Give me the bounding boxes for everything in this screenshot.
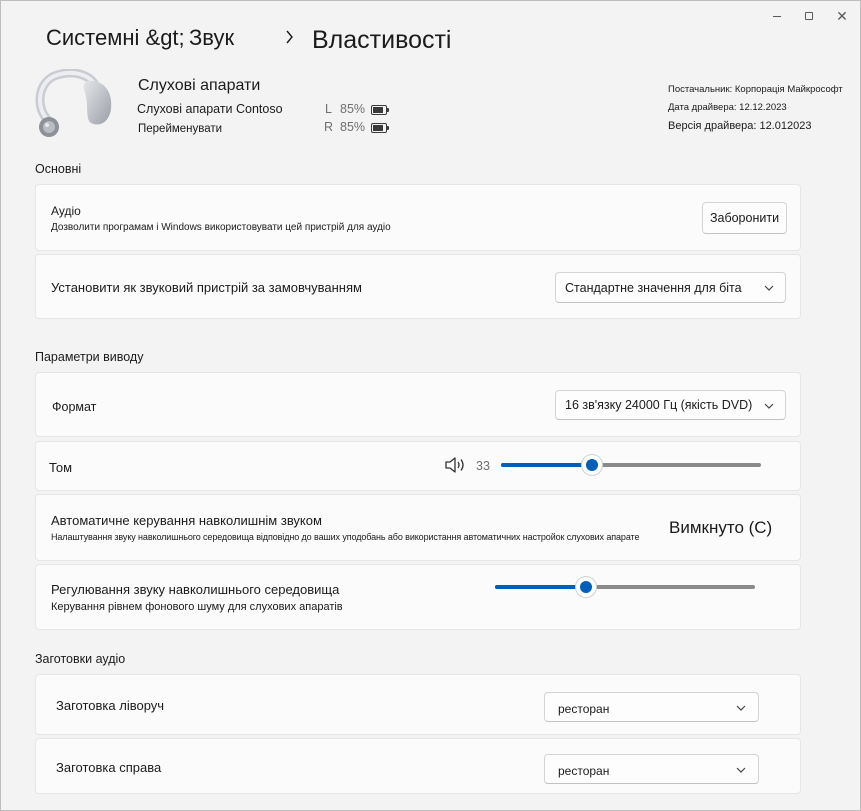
device-model: Слухові апарати Contoso [137, 102, 283, 116]
section-general-heading: Основні [35, 162, 82, 176]
ambient-auto-state[interactable]: Вимкнуто (С) [669, 518, 772, 538]
ambient-level-slider-thumb[interactable] [576, 577, 596, 597]
rename-link[interactable]: Перейменувати [138, 123, 222, 135]
ambient-auto-title: Автоматичне керування навколишнім звуком [51, 513, 322, 528]
ambient-level-slider-fill [495, 585, 586, 589]
maximize-button[interactable] [801, 9, 817, 23]
format-title: Формат [52, 400, 97, 414]
ambient-level-slider[interactable] [495, 585, 755, 589]
chevron-right-icon [286, 30, 293, 44]
format-card: Формат 16 зв'язку 24000 Гц (якість DVD) [35, 372, 801, 437]
chevron-down-icon [736, 705, 746, 711]
volume-slider[interactable] [501, 463, 761, 467]
preset-right-dropdown[interactable]: ресторан [544, 754, 759, 784]
format-dropdown[interactable]: 16 зв'язку 24000 Гц (якість DVD) [555, 390, 786, 420]
volume-slider-fill [501, 463, 592, 467]
page-title: Властивості [312, 26, 452, 54]
preset-left-value: ресторан [558, 702, 610, 716]
default-device-title: Установити як звуковий пристрій за замов… [51, 280, 362, 295]
maximize-icon [805, 12, 813, 20]
hearing-aid-icon [35, 69, 112, 137]
breadcrumb-sound[interactable]: Звук [189, 25, 234, 51]
preset-left-title: Заготовка ліворуч [56, 698, 165, 713]
ambient-level-slider-thumb-dot [580, 581, 592, 593]
ambient-level-title: Регулювання звуку навколишнього середови… [51, 582, 340, 597]
volume-slider-thumb[interactable] [582, 455, 602, 475]
preset-right-value: ресторан [558, 764, 610, 778]
disallow-button[interactable]: Заборонити [702, 202, 787, 234]
ambient-auto-description: Налаштування звуку навколишнього середов… [51, 532, 640, 542]
default-device-dropdown[interactable]: Стандартне значення для біта [555, 272, 786, 303]
driver-date: Дата драйвера: 12.12.2023 [668, 102, 787, 113]
breadcrumb-system[interactable]: Системні &gt; [46, 25, 185, 51]
chevron-down-icon [764, 403, 774, 409]
close-button[interactable]: ✕ [834, 9, 850, 23]
battery-left-value: 85% [340, 102, 366, 116]
battery-left-label: L [325, 102, 332, 116]
preset-right-title: Заготовка справа [56, 760, 162, 775]
settings-window: ✕ Системні &gt; Звук Властивості Слухові… [0, 0, 861, 811]
default-device-card: Установити як звуковий пристрій за замов… [35, 254, 801, 319]
device-title: Слухові апарати [138, 77, 261, 94]
preset-left-dropdown[interactable]: ресторан [544, 692, 759, 722]
driver-version: Версія драйвера: 12.012023 [668, 120, 812, 132]
battery-right-fill [373, 125, 383, 131]
volume-card: Том 33 [35, 441, 801, 491]
battery-left-icon [371, 105, 389, 115]
chevron-down-icon [764, 285, 774, 291]
preset-left-card: Заготовка ліворуч ресторан [35, 674, 801, 735]
volume-title: Том [49, 460, 73, 475]
driver-provider: Постачальник: Корпорація Майкрософт [668, 84, 843, 95]
volume-value: 33 [476, 459, 490, 473]
speaker-icon[interactable] [444, 456, 466, 474]
ambient-level-card: Регулювання звуку навколишнього середови… [35, 564, 801, 630]
ambient-auto-card: Автоматичне керування навколишнім звуком… [35, 494, 801, 561]
close-icon: ✕ [836, 8, 848, 24]
format-value: 16 зв'язку 24000 Гц (якість DVD) [565, 398, 753, 412]
audio-title: Аудіо [51, 204, 81, 218]
volume-slider-thumb-dot [586, 459, 598, 471]
section-output-heading: Параметри виводу [35, 350, 144, 364]
minimize-button[interactable] [769, 9, 785, 23]
battery-right-value: 85% [340, 120, 366, 134]
battery-left-fill [373, 107, 383, 113]
preset-right-card: Заготовка справа ресторан [35, 738, 801, 794]
chevron-down-icon [736, 767, 746, 773]
ambient-level-description: Керування рівнем фонового шуму для слухо… [51, 601, 343, 613]
default-device-value: Стандартне значення для біта [565, 281, 742, 295]
audio-card: Аудіо Дозволити програмам і Windows вико… [35, 184, 801, 251]
battery-right-icon [371, 123, 389, 133]
section-presets-heading: Заготовки аудіо [35, 652, 126, 666]
audio-description: Дозволити програмам і Windows використов… [51, 222, 391, 233]
battery-right-label: R [324, 120, 334, 134]
minimize-icon [773, 15, 781, 17]
